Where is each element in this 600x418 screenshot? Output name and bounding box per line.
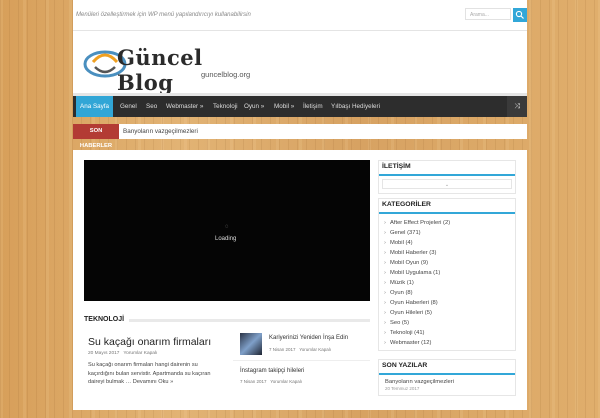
nav-item-webmaster[interactable]: Webmaster »: [166, 96, 203, 117]
news-ticker: SON HABERLER Banyoların vazgeçilmezleri: [73, 124, 527, 149]
featured-post: Su kaçağı onarım firmaları 20 Mayıs 2017…: [84, 328, 228, 418]
content-area: ◌ Loading TEKNOLOJİ Su kaçağı onarım fir…: [73, 150, 527, 410]
site-logo[interactable]: Güncel Blog guncelblog.org: [83, 41, 263, 95]
ticker-link[interactable]: Banyoların vazgeçilmezleri: [123, 124, 198, 139]
nav-item-home[interactable]: Ana Sayfa: [76, 96, 114, 117]
son-yazilar-widget: SON YAZILAR Banyoların vazgeçilmezleri 2…: [378, 359, 516, 396]
category-item[interactable]: Müzik (1): [384, 278, 515, 288]
search-button[interactable]: [513, 8, 527, 22]
side-post-title[interactable]: İnstagram takipçi hileleri: [240, 368, 304, 374]
logo-subtitle: guncelblog.org: [201, 70, 251, 79]
video-loading-text: Loading: [215, 236, 237, 242]
teknoloji-section-title[interactable]: TEKNOLOJİ: [84, 316, 124, 323]
site-header: Güncel Blog guncelblog.org: [73, 31, 527, 95]
nav-item-mobil[interactable]: Mobil »: [274, 96, 294, 117]
sidebar: İLETİŞİM ⌄ KATEGORİLER After Effect Proj…: [378, 160, 516, 400]
category-item[interactable]: Teknoloji (41): [384, 328, 515, 338]
son-yazilar-widget-title: SON YAZILAR: [379, 360, 515, 375]
nav-item-yilbasi[interactable]: Yılbaşı Hediyeleri: [331, 96, 380, 117]
recent-post-date: 20 Temmuz 2017: [385, 386, 420, 391]
featured-post-title[interactable]: Su kaçağı onarım firmaları: [88, 336, 228, 348]
side-post-title[interactable]: Kariyerinizi Yeniden İnşa Edin: [269, 335, 348, 341]
featured-post-excerpt: Su kaçağı onarım firmaları hangi daireni…: [88, 362, 211, 385]
featured-post-date: 20 Mayıs 2017: [88, 351, 120, 356]
side-post-item: İnstagram takipçi hileleri 7 Nisan 2017 …: [233, 364, 370, 394]
read-more-link[interactable]: Devamını Oku »: [133, 379, 173, 385]
category-item[interactable]: Oyun Haberleri (8): [384, 298, 515, 308]
nav-item-iletisim[interactable]: İletişim: [303, 96, 323, 117]
random-post-button[interactable]: ⤨: [507, 96, 527, 117]
iletisim-widget-body: ⌄: [379, 176, 515, 193]
side-posts: Kariyerinizi Yeniden İnşa Edin 7 Nisan 2…: [233, 328, 370, 418]
kategoriler-widget: KATEGORİLER After Effect Projeleri (2) G…: [378, 198, 516, 351]
category-list: After Effect Projeleri (2) Genel (371) M…: [379, 214, 515, 350]
shuffle-icon: ⤨: [514, 103, 520, 110]
category-item[interactable]: Genel (371): [384, 228, 515, 238]
side-post-meta: 7 Nisan 2017 Yorumlar Kapalı: [269, 347, 331, 352]
search-box: Arama...: [465, 8, 527, 22]
category-item[interactable]: After Effect Projeleri (2): [384, 218, 515, 228]
side-post-thumbnail[interactable]: [240, 333, 262, 355]
category-item[interactable]: Webmaster (12): [384, 338, 515, 348]
main-nav: Ana Sayfa Genel Seo Webmaster » Teknoloj…: [73, 93, 527, 117]
featured-post-meta: 20 Mayıs 2017 Yorumlar Kapalı: [88, 351, 157, 356]
side-post-comments: Yorumlar Kapalı: [299, 347, 332, 352]
category-item[interactable]: Oyun (8): [384, 288, 515, 298]
category-item[interactable]: Seo (5): [384, 318, 515, 328]
chevron-down-icon: ⌄: [444, 182, 450, 188]
video-player[interactable]: ◌ Loading: [84, 160, 370, 301]
recent-post-title[interactable]: Banyoların vazgeçilmezleri: [379, 375, 515, 385]
side-post-date: 7 Nisan 2017: [240, 379, 267, 384]
page-wrapper: Menüleri özelleştirmek için WP menü yapı…: [73, 0, 527, 410]
side-post-comments: Yorumlar Kapalı: [270, 379, 303, 384]
nav-item-oyun[interactable]: Oyun »: [244, 96, 264, 117]
category-item[interactable]: Mobil Haberler (3): [384, 248, 515, 258]
ticker-label: SON HABERLER: [73, 124, 119, 149]
section-divider: [129, 319, 370, 322]
nav-item-teknoloji[interactable]: Teknoloji: [213, 96, 238, 117]
iletisim-widget-title: İLETİŞİM: [379, 161, 515, 176]
kategoriler-widget-title: KATEGORİLER: [379, 199, 515, 214]
nav-item-seo[interactable]: Seo: [146, 96, 157, 117]
category-item[interactable]: Mobil (4): [384, 238, 515, 248]
iletisim-widget: İLETİŞİM ⌄: [378, 160, 516, 194]
category-item[interactable]: Mobil Uygulama (1): [384, 268, 515, 278]
search-input[interactable]: Arama...: [465, 8, 511, 20]
category-item[interactable]: Mobil Oyun (9): [384, 258, 515, 268]
category-item[interactable]: Oyun Hileleri (5): [384, 308, 515, 318]
loading-spinner-icon: ◌: [225, 224, 229, 230]
search-icon: [515, 10, 524, 19]
top-bar: Menüleri özelleştirmek için WP menü yapı…: [73, 0, 527, 31]
nav-item-genel[interactable]: Genel: [120, 96, 137, 117]
side-post-meta: 7 Nisan 2017 Yorumlar Kapalı: [240, 379, 302, 384]
side-post-date: 7 Nisan 2017: [269, 347, 296, 352]
iletisim-select[interactable]: ⌄: [382, 179, 512, 189]
side-post-item: Kariyerinizi Yeniden İnşa Edin 7 Nisan 2…: [233, 330, 370, 361]
top-menu-note: Menüleri özelleştirmek için WP menü yapı…: [76, 12, 251, 18]
featured-post-comments: Yorumlar Kapalı: [123, 351, 158, 356]
